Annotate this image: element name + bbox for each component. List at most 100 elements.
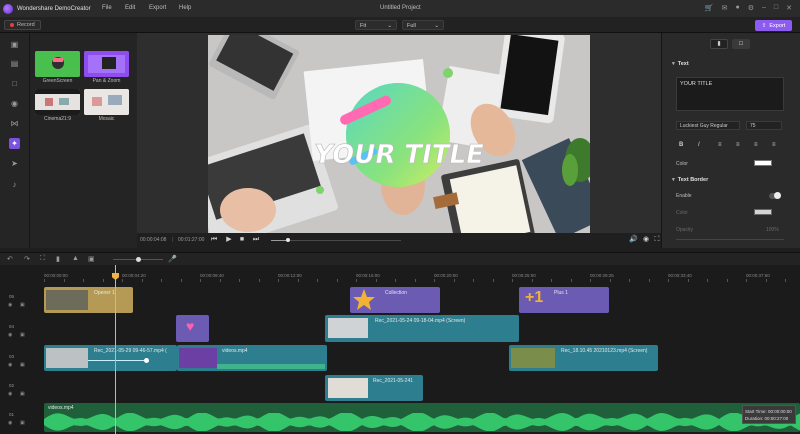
microphone-icon[interactable]: 🎤 <box>168 255 177 263</box>
close-icon[interactable]: ✕ <box>786 4 792 12</box>
bold-button[interactable]: B <box>679 142 683 148</box>
volume-icon[interactable]: 🔊 <box>629 236 638 244</box>
section-text-border[interactable]: Text Border <box>672 177 708 183</box>
playback-progress[interactable] <box>271 238 401 242</box>
maximize-icon[interactable]: □ <box>774 4 778 12</box>
clip-thumbnail <box>328 318 368 338</box>
menu-export[interactable]: Export <box>149 5 166 11</box>
ruler-tick <box>180 279 182 282</box>
record-button[interactable]: Record <box>4 20 41 30</box>
thumb-mosaic[interactable] <box>84 89 129 115</box>
lock-icon[interactable]: ▣ <box>20 332 25 338</box>
zoom-knob[interactable] <box>136 257 141 262</box>
ruler-tick <box>83 279 84 282</box>
text-input[interactable]: YOUR TITLE <box>676 77 784 111</box>
clip-rec-short[interactable]: Rec_2021-05-29 09-46-57.mp4 ( <box>44 345 177 371</box>
align-left-icon[interactable]: ≡ <box>718 142 722 148</box>
thumb-pan-zoom[interactable] <box>84 51 129 77</box>
section-text[interactable]: Text <box>672 61 689 67</box>
skip-forward-icon[interactable]: ⏭ <box>252 236 260 244</box>
template-icon[interactable]: ▤ <box>9 58 20 69</box>
overlay-title[interactable]: YOUR TITLE <box>310 140 486 170</box>
undo-icon[interactable]: ↶ <box>7 255 13 263</box>
ruler-tick <box>63 279 65 282</box>
snapshot-icon[interactable]: ◉ <box>642 236 650 244</box>
clip-rec-screen-2[interactable]: Rec_18.10.45 20210123.mp4 (Screen) <box>509 345 658 371</box>
marker-icon[interactable]: ▲ <box>72 255 79 262</box>
cart-icon[interactable]: 🛒 <box>705 4 714 12</box>
fullscreen-icon[interactable]: ⛶ <box>653 236 661 244</box>
font-family-select[interactable]: Luckiest Guy Regular <box>676 121 740 130</box>
thumb-cinema[interactable] <box>35 89 80 115</box>
clip-rec-small[interactable]: Rec_2021-05-241 <box>325 375 423 401</box>
border-color-swatch[interactable] <box>754 209 772 215</box>
playhead[interactable] <box>112 265 119 434</box>
clip-audio[interactable]: videos.mp4 <box>44 403 800 432</box>
folder-icon[interactable]: ▣ <box>9 39 20 50</box>
quality-select[interactable]: Full ⌄ <box>402 20 444 30</box>
timeline: 00:00:00:00 00:00:04:20 00:00:09:40 00:00:1… <box>0 265 800 434</box>
clip-videos1[interactable]: videos.mp4 <box>177 345 327 371</box>
skip-back-icon[interactable]: ⏮ <box>210 236 218 244</box>
lock-icon[interactable]: ▣ <box>20 420 25 426</box>
clip-plus[interactable]: +1 Plus 1 <box>519 287 609 313</box>
menu-file[interactable]: File <box>102 5 112 11</box>
effects-icon[interactable]: ✦ <box>9 138 20 149</box>
settings-icon[interactable]: ⚙ <box>748 4 754 12</box>
menu-help[interactable]: Help <box>179 5 191 11</box>
video-tab[interactable]: ▮ <box>710 39 728 49</box>
split-icon[interactable]: ▮ <box>56 255 60 263</box>
menu-edit[interactable]: Edit <box>125 5 135 11</box>
transition-icon[interactable]: ⋈ <box>9 118 20 129</box>
opacity-slider[interactable] <box>676 239 784 240</box>
italic-button[interactable]: I <box>698 142 700 148</box>
ruler-tick <box>161 279 162 282</box>
zoom-slider[interactable] <box>113 257 163 262</box>
ruler-tick <box>395 279 396 282</box>
lock-icon[interactable]: ▣ <box>20 391 25 397</box>
clip-rec-screen-1[interactable]: Rec_2021-05-24 09-18-04.mp4 (Screen) <box>325 315 519 342</box>
mail-icon[interactable]: ✉ <box>722 4 728 12</box>
clip-opener[interactable]: Opener 1 <box>44 287 133 313</box>
preview-panel: YOUR TITLE 00:00:04:08 | 00:01:27:00 ⏮ ▶… <box>137 33 661 248</box>
stop-icon[interactable]: ■ <box>238 236 246 244</box>
text-tab[interactable]: □ <box>732 39 750 49</box>
time-ruler[interactable]: 00:00:00:00 00:00:04:20 00:00:09:40 00:00:1… <box>40 270 800 282</box>
lock-icon[interactable]: ▣ <box>20 362 25 368</box>
clip-rec-screen-2-label: Rec_18.10.45 20210123.mp4 (Screen) <box>561 348 648 354</box>
annotation-icon[interactable]: □ <box>9 78 20 89</box>
text-color-swatch[interactable] <box>754 160 772 166</box>
progress-knob[interactable] <box>285 238 290 242</box>
preview-canvas[interactable]: YOUR TITLE <box>208 35 590 233</box>
lock-icon[interactable]: ▣ <box>20 302 25 308</box>
thumb-greenscreen[interactable] <box>35 51 80 77</box>
clip-thumbnail <box>46 348 88 368</box>
minimize-icon[interactable]: – <box>762 4 766 12</box>
caption-icon[interactable]: ▣ <box>88 255 95 263</box>
ruler-tick <box>453 279 455 282</box>
visibility-icon[interactable]: ◉ <box>8 362 12 368</box>
cursor-icon[interactable]: ➤ <box>9 158 20 169</box>
account-icon[interactable]: ● <box>735 4 739 12</box>
export-label: Export <box>769 22 786 29</box>
border-enable-toggle[interactable] <box>769 192 781 199</box>
align-right-icon[interactable]: ≡ <box>754 142 758 148</box>
crop-icon[interactable]: ⛶ <box>40 255 45 263</box>
redo-icon[interactable]: ↷ <box>24 255 30 263</box>
font-size-select[interactable]: 75 <box>746 121 782 130</box>
align-center-icon[interactable]: ≡ <box>736 142 740 148</box>
visibility-icon[interactable]: ◉ <box>8 420 12 426</box>
export-button[interactable]: ⇪ Export <box>755 20 792 31</box>
keyframe-dot[interactable] <box>144 358 149 363</box>
sticker-icon[interactable]: ◉ <box>9 98 20 109</box>
audio-effect-icon[interactable]: ♪ <box>9 179 20 190</box>
clip-collection[interactable]: Collection <box>350 287 440 313</box>
play-icon[interactable]: ▶ <box>225 236 233 244</box>
visibility-icon[interactable]: ◉ <box>8 332 12 338</box>
visibility-icon[interactable]: ◉ <box>8 391 12 397</box>
justify-icon[interactable]: ≡ <box>772 142 776 148</box>
clip-heart[interactable]: ♥ <box>176 315 209 342</box>
ruler-tick-label: 00:00:37:60 <box>746 273 770 278</box>
visibility-icon[interactable]: ◉ <box>8 302 12 308</box>
fit-select[interactable]: Fit ⌄ <box>355 20 397 30</box>
